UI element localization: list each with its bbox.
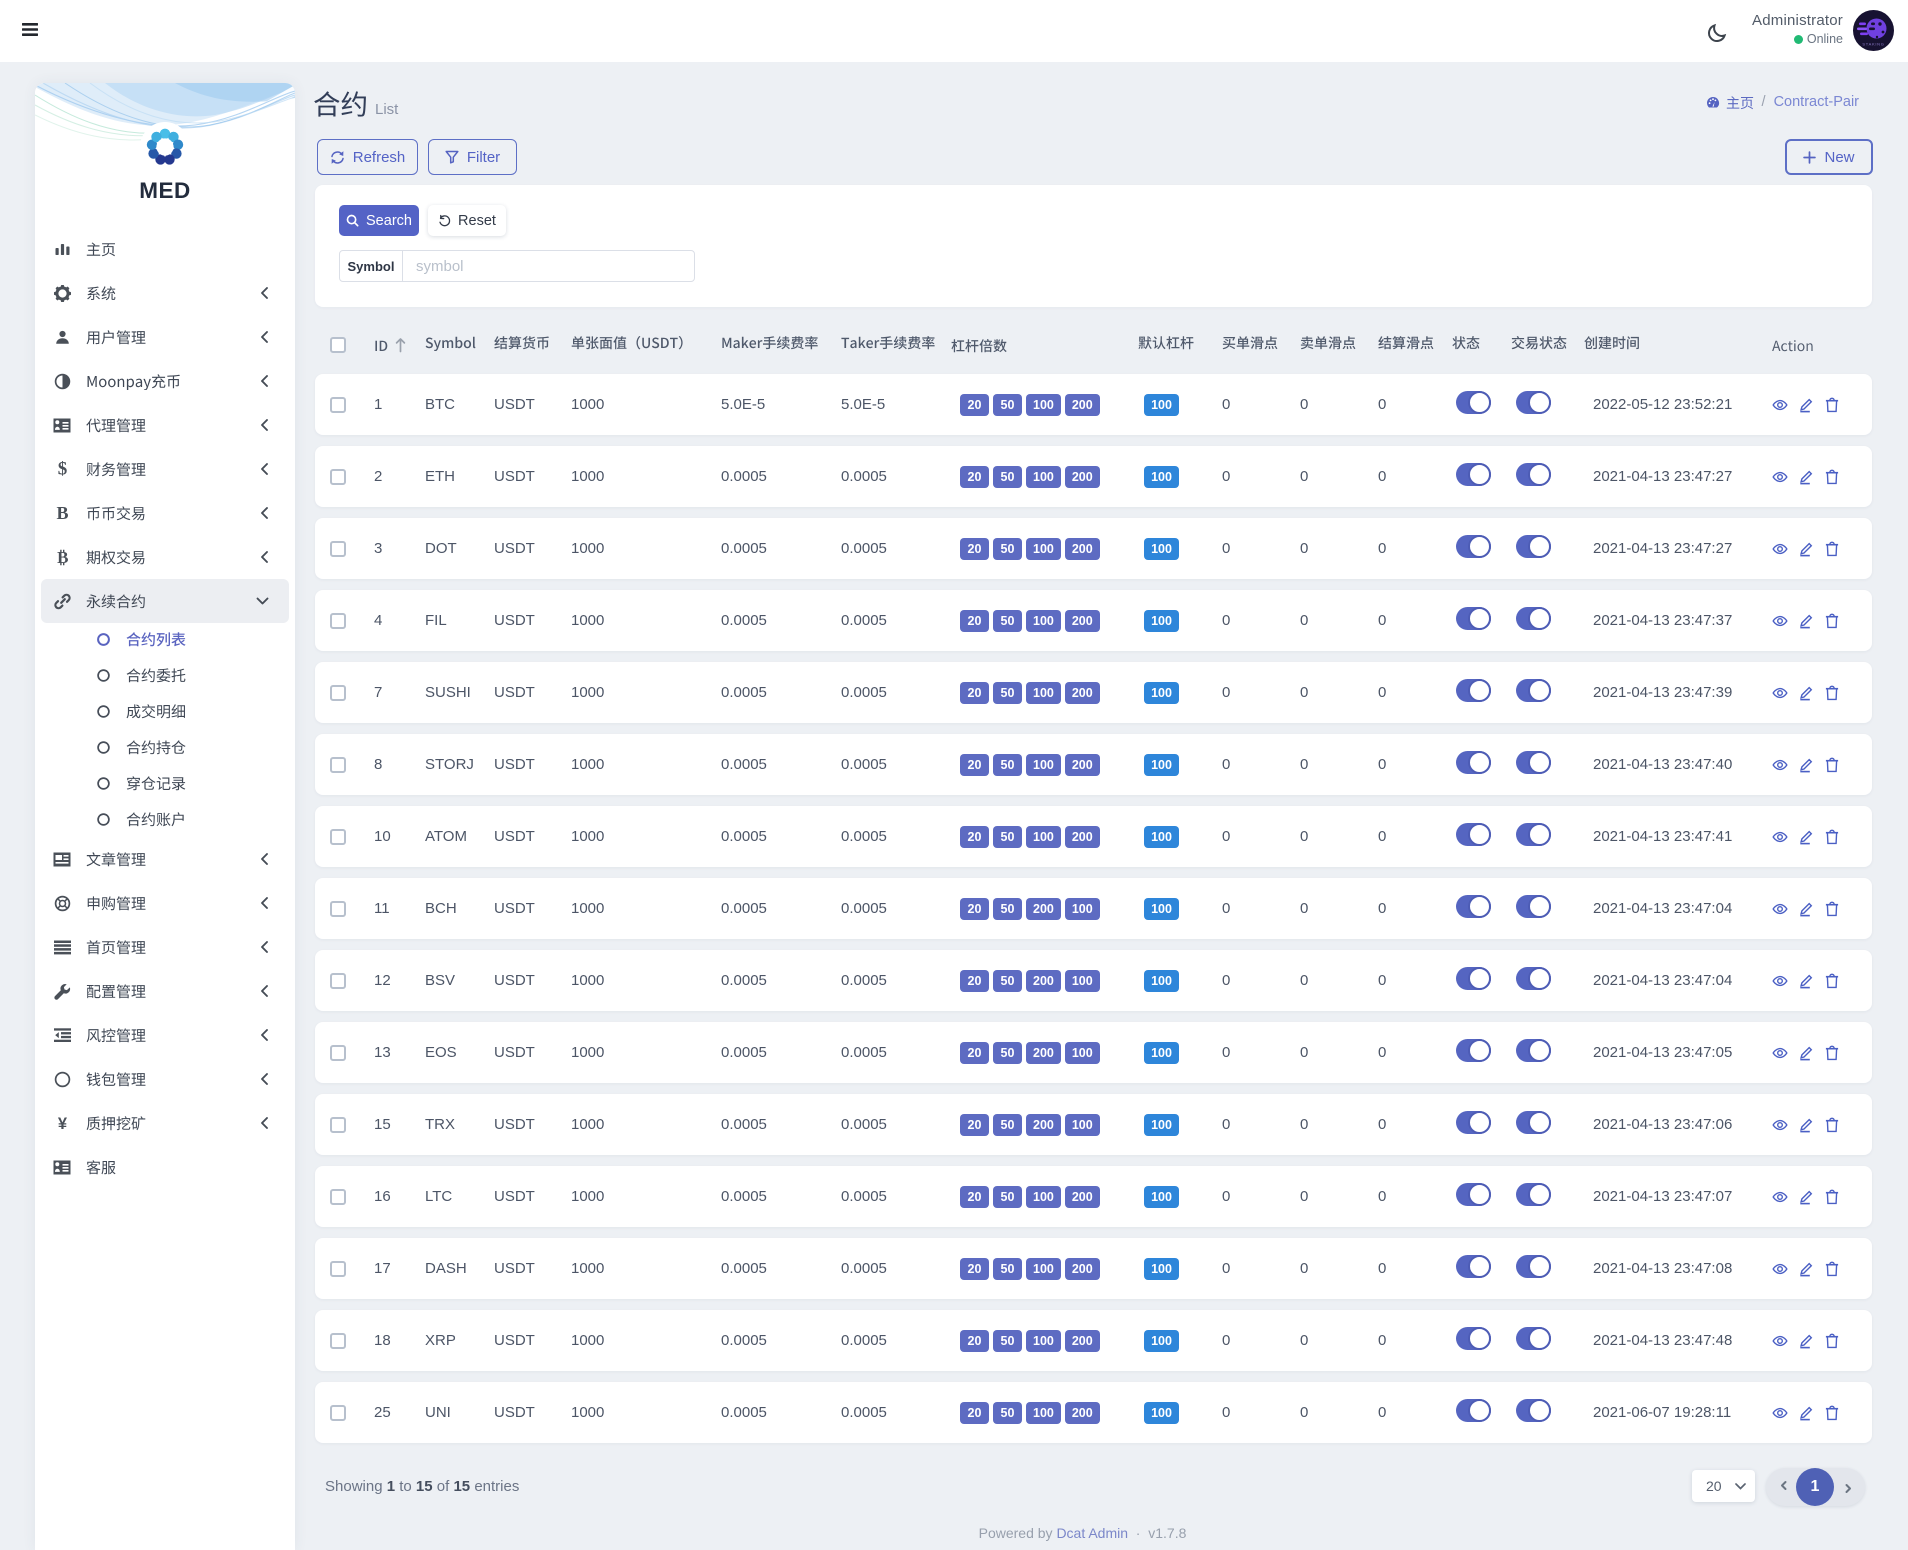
- svg-text:B: B: [57, 549, 68, 566]
- svg-text:¥: ¥: [57, 1115, 67, 1132]
- svg-text:B: B: [56, 505, 68, 522]
- svg-text:STAKING: STAKING: [1862, 42, 1884, 47]
- svg-text:$: $: [57, 461, 67, 478]
